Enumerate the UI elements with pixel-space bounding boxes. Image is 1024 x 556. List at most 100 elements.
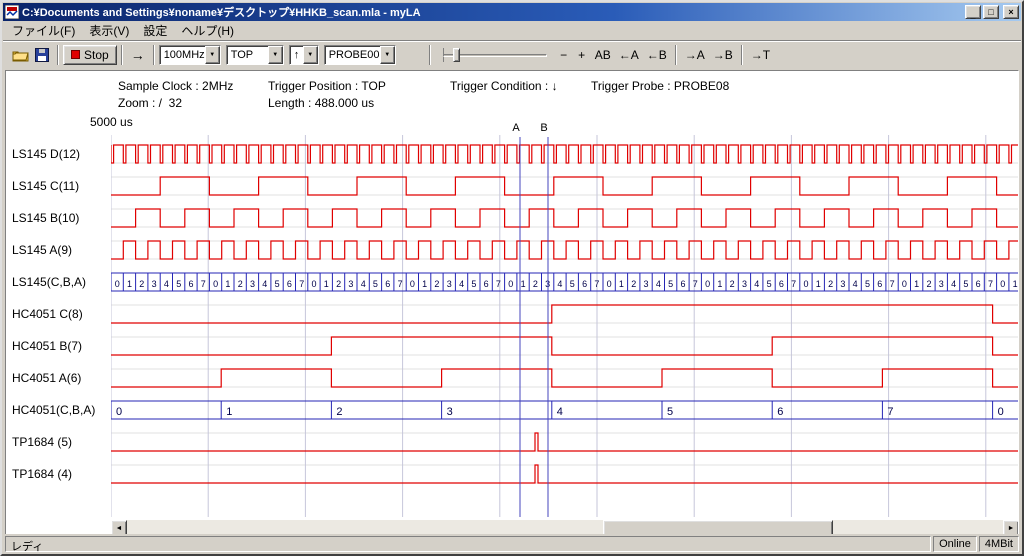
- toolbar-separator: [429, 45, 431, 65]
- slider-handle[interactable]: [453, 48, 460, 62]
- channel-label: HC4051 A(6): [12, 371, 81, 385]
- svg-text:2: 2: [434, 279, 439, 289]
- zoom-in-button[interactable]: +: [573, 45, 591, 65]
- trigger-position-info: Trigger Position : TOP: [268, 79, 386, 93]
- svg-text:5: 5: [471, 279, 476, 289]
- svg-text:A: A: [512, 122, 520, 134]
- stop-icon: [71, 50, 80, 59]
- trigger-edge-value: ↑: [290, 46, 303, 64]
- svg-text:2: 2: [926, 279, 931, 289]
- status-memory: 4MBit: [979, 536, 1019, 552]
- goto-marker-a-right-button[interactable]: →A: [681, 45, 709, 65]
- goto-trigger-button[interactable]: →T: [747, 45, 774, 65]
- menu-view[interactable]: 表示(V): [82, 20, 136, 41]
- svg-text:1: 1: [127, 279, 132, 289]
- svg-text:3: 3: [840, 279, 845, 289]
- svg-text:4: 4: [557, 279, 562, 289]
- trigger-condition-info: Trigger Condition : ↓: [450, 79, 558, 93]
- svg-text:2: 2: [730, 279, 735, 289]
- toolbar-separator: [153, 45, 155, 65]
- chevron-down-icon[interactable]: ▼: [268, 46, 283, 64]
- svg-text:4: 4: [262, 279, 267, 289]
- svg-text:5: 5: [668, 279, 673, 289]
- minimize-button[interactable]: _: [965, 5, 981, 19]
- run-button[interactable]: →: [127, 45, 149, 65]
- svg-text:4: 4: [164, 279, 169, 289]
- svg-text:6: 6: [484, 279, 489, 289]
- svg-text:2: 2: [631, 279, 636, 289]
- svg-text:1: 1: [717, 279, 722, 289]
- svg-text:1: 1: [324, 279, 329, 289]
- svg-text:0: 0: [508, 279, 513, 289]
- goto-marker-b-left-button[interactable]: ←B: [643, 45, 671, 65]
- svg-text:6: 6: [385, 279, 390, 289]
- save-button[interactable]: [31, 45, 53, 65]
- svg-text:2: 2: [139, 279, 144, 289]
- menu-help[interactable]: ヘルプ(H): [174, 20, 241, 41]
- probe-value: PROBE00: [325, 46, 380, 64]
- svg-text:2: 2: [533, 279, 538, 289]
- goto-marker-b-right-button[interactable]: →B: [709, 45, 737, 65]
- svg-text:1: 1: [816, 279, 821, 289]
- svg-text:6: 6: [877, 279, 882, 289]
- svg-text:5: 5: [570, 279, 575, 289]
- maximize-button[interactable]: □: [983, 5, 999, 19]
- svg-text:5: 5: [963, 279, 968, 289]
- svg-text:6: 6: [976, 279, 981, 289]
- probe-combo[interactable]: PROBE00 ▼: [324, 45, 396, 65]
- sample-clock-combo[interactable]: 100MHz ▼: [159, 45, 221, 65]
- svg-text:0: 0: [213, 279, 218, 289]
- trigger-edge-combo[interactable]: ↑ ▼: [289, 45, 319, 65]
- trigger-position-combo[interactable]: TOP ▼: [226, 45, 284, 65]
- svg-text:7: 7: [887, 406, 893, 418]
- stop-button[interactable]: Stop: [63, 45, 117, 65]
- chevron-down-icon[interactable]: ▼: [380, 46, 395, 64]
- menu-file[interactable]: ファイル(F): [5, 20, 82, 41]
- toolbar-separator: [121, 45, 123, 65]
- ab-span-button[interactable]: AB: [591, 45, 615, 65]
- svg-text:7: 7: [594, 279, 599, 289]
- waveform-plot[interactable]: 0123456701234567012345670123456701234567…: [111, 119, 1019, 519]
- svg-text:4: 4: [361, 279, 366, 289]
- svg-text:4: 4: [853, 279, 858, 289]
- open-button[interactable]: [9, 45, 31, 65]
- status-online: Online: [933, 536, 977, 552]
- titlebar: C:¥Documents and Settings¥noname¥デスクトップ¥…: [3, 3, 1021, 21]
- chevron-down-icon[interactable]: ▼: [303, 46, 318, 64]
- zoom-slider[interactable]: [443, 45, 547, 65]
- svg-text:B: B: [540, 122, 547, 134]
- menu-settings[interactable]: 設定: [136, 20, 174, 41]
- channel-label: LS145 D(12): [12, 147, 80, 161]
- zoom-out-button[interactable]: −: [555, 45, 573, 65]
- svg-text:0: 0: [803, 279, 808, 289]
- app-icon: [5, 5, 19, 19]
- svg-text:4: 4: [656, 279, 661, 289]
- goto-marker-a-left-button[interactable]: ←A: [615, 45, 643, 65]
- svg-text:5: 5: [275, 279, 280, 289]
- svg-text:2: 2: [238, 279, 243, 289]
- svg-text:0: 0: [998, 406, 1004, 418]
- channel-label: TP1684 (5): [12, 435, 72, 449]
- svg-text:7: 7: [398, 279, 403, 289]
- svg-text:3: 3: [643, 279, 648, 289]
- close-button[interactable]: ×: [1003, 5, 1019, 19]
- stop-label: Stop: [84, 48, 109, 62]
- chevron-down-icon[interactable]: ▼: [205, 46, 220, 64]
- svg-text:3: 3: [348, 279, 353, 289]
- toolbar-separator: [57, 45, 59, 65]
- svg-text:6: 6: [779, 279, 784, 289]
- svg-text:3: 3: [742, 279, 747, 289]
- svg-text:2: 2: [336, 406, 342, 418]
- toolbar-separator: [741, 45, 743, 65]
- channel-label: LS145 C(11): [12, 179, 79, 193]
- svg-text:6: 6: [777, 406, 783, 418]
- open-folder-icon: [12, 48, 29, 62]
- channel-label: HC4051 C(8): [12, 307, 83, 321]
- svg-text:7: 7: [988, 279, 993, 289]
- channel-label: LS145(C,B,A): [12, 275, 86, 289]
- svg-text:1: 1: [225, 279, 230, 289]
- svg-text:7: 7: [496, 279, 501, 289]
- trigger-position-value: TOP: [227, 46, 268, 64]
- waveform-panel: Sample Clock : 2MHz Trigger Position : T…: [5, 70, 1019, 538]
- trigger-probe-info: Trigger Probe : PROBE08: [591, 79, 729, 93]
